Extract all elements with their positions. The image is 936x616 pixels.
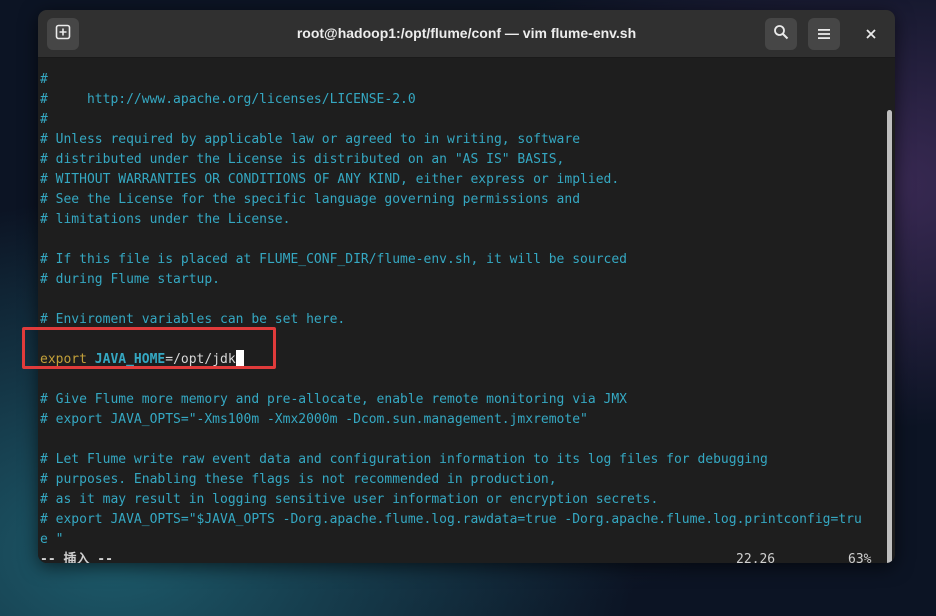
code-line: # purposes. Enabling these flags is not … [40, 472, 557, 487]
cursor-position: 22,26 [736, 552, 776, 563]
scrollbar[interactable] [882, 58, 895, 563]
code-line: # [40, 72, 48, 87]
code-line: # WITHOUT WARRANTIES OR CONDITIONS OF AN… [40, 172, 620, 187]
search-icon [773, 24, 789, 44]
code-line: # See the License for the specific langu… [40, 192, 581, 207]
code-line: e " [40, 532, 64, 547]
close-button[interactable] [855, 18, 887, 50]
close-icon [865, 25, 877, 44]
code-line: # limitations under the License. [40, 212, 291, 227]
highlight-annotation-box [22, 327, 276, 369]
scrollbar-thumb[interactable] [887, 110, 892, 563]
terminal-window: root@hadoop1:/opt/flume/conf — vim flume… [38, 10, 895, 563]
hamburger-menu-icon [817, 25, 831, 44]
code-line: # during Flume startup. [40, 272, 221, 287]
code-line: # Give Flume more memory and pre-allocat… [40, 392, 627, 407]
code-line: # [40, 112, 48, 127]
scroll-percent: 63% [848, 552, 872, 563]
code-line: # Let Flume write raw event data and con… [40, 452, 768, 467]
title-bar: root@hadoop1:/opt/flume/conf — vim flume… [38, 10, 895, 58]
code-line: # distributed under the License is distr… [40, 152, 565, 167]
vim-mode-indicator: -- 插入 -- [40, 552, 113, 563]
new-tab-button[interactable] [47, 18, 79, 50]
search-button[interactable] [765, 18, 797, 50]
menu-button[interactable] [808, 18, 840, 50]
vim-editor[interactable]: # # http://www.apache.org/licenses/LICEN… [38, 58, 882, 563]
code-line: # export JAVA_OPTS="$JAVA_OPTS -Dorg.apa… [40, 512, 862, 527]
new-tab-icon [55, 24, 71, 44]
code-line: # as it may result in logging sensitive … [40, 492, 659, 507]
code-line: # export JAVA_OPTS="-Xms100m -Xmx2000m -… [40, 412, 588, 427]
code-line: # http://www.apache.org/licenses/LICENSE… [40, 92, 416, 107]
code-line: # Unless required by applicable law or a… [40, 132, 581, 147]
code-line: # If this file is placed at FLUME_CONF_D… [40, 252, 627, 267]
